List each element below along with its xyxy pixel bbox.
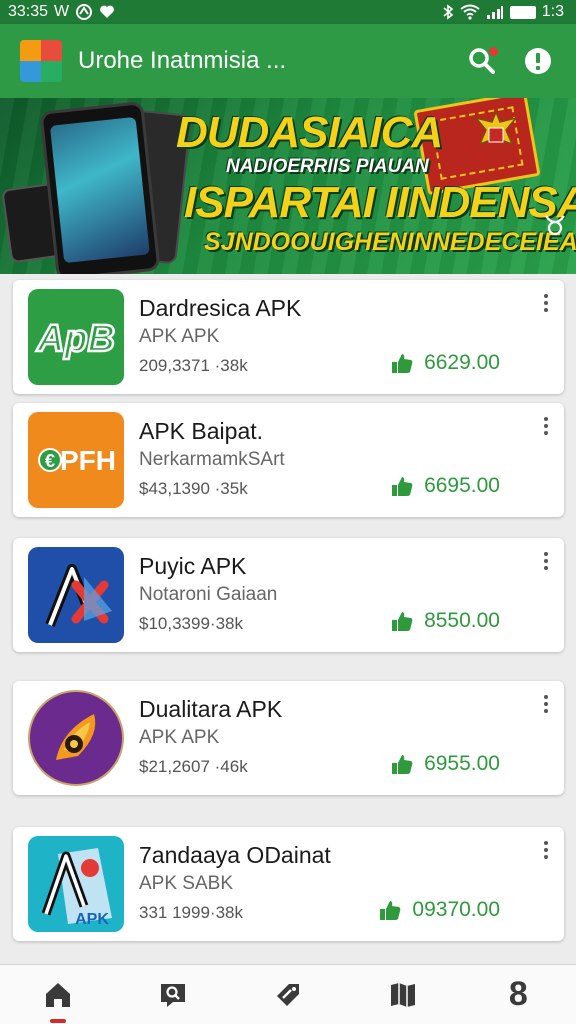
status-bar: 33:35 W 1:3 bbox=[0, 0, 576, 24]
active-indicator bbox=[49, 1018, 66, 1023]
info-button[interactable] bbox=[516, 39, 560, 83]
ax-logo-icon bbox=[28, 547, 124, 643]
app-name: Puyic APK bbox=[139, 553, 247, 579]
notification-dot bbox=[489, 47, 498, 56]
app-stats: 209,3371 ·38k bbox=[139, 356, 248, 375]
wifi-icon bbox=[460, 4, 480, 20]
nav-profile[interactable]: 8 bbox=[488, 967, 548, 1023]
garuda-emblem-icon bbox=[473, 109, 519, 146]
phone-screen bbox=[49, 116, 150, 264]
download-icon bbox=[380, 901, 401, 920]
nav-home[interactable] bbox=[28, 967, 88, 1023]
price-button[interactable]: 6695.00 bbox=[390, 474, 500, 498]
list-item[interactable]: Dualitara APK APK APK $21,2607 ·46k 6955… bbox=[13, 681, 564, 795]
epfh-logo-icon: € PFH bbox=[28, 412, 124, 508]
pen-nib-logo-icon bbox=[28, 690, 124, 786]
search-book-icon bbox=[160, 983, 185, 1007]
app-price: 6629.00 bbox=[424, 351, 500, 374]
home-icon bbox=[45, 982, 70, 1007]
price-button[interactable]: 09370.00 bbox=[378, 898, 500, 922]
app-name: Dardresica APK bbox=[139, 295, 302, 321]
price-button[interactable]: 8550.00 bbox=[390, 609, 500, 633]
taurus-icon bbox=[545, 215, 565, 236]
list-item[interactable]: ApB Dardresica APK APK APK 209,3371 ·38k… bbox=[13, 280, 564, 394]
promo-banner[interactable]: DUDASIAICA NADIOERRIIS PIAUAN ISPARTAI I… bbox=[0, 98, 576, 274]
app-price: 09370.00 bbox=[412, 898, 500, 921]
bluetooth-icon bbox=[443, 4, 454, 20]
banner-footer-text: SJNDOOUIGHENINNEDECEIEAI bbox=[204, 228, 576, 256]
battery-icon bbox=[509, 5, 536, 19]
apb-logo-icon: ApB bbox=[28, 289, 124, 385]
app-title: Urohe Inatnmisia ... bbox=[78, 47, 287, 74]
status-app-icon bbox=[76, 4, 93, 20]
app-price: 8550.00 bbox=[424, 609, 500, 632]
app-subtitle: APK APK bbox=[139, 326, 220, 347]
info-icon bbox=[525, 48, 551, 74]
signal-icon bbox=[486, 6, 503, 19]
app-subtitle: Notaroni Gaiaan bbox=[139, 584, 278, 605]
list-item[interactable]: € PFH APK Baipat. NerkarmamkSArt $43,139… bbox=[13, 403, 564, 517]
svg-text:€: € bbox=[45, 451, 55, 471]
status-letter: W bbox=[54, 3, 70, 20]
nav-tools[interactable] bbox=[258, 967, 318, 1023]
status-time: 33:35 bbox=[8, 3, 49, 20]
nav-library[interactable] bbox=[373, 967, 433, 1023]
svg-text:PFH: PFH bbox=[60, 445, 116, 476]
app-subtitle: APK APK bbox=[139, 727, 220, 748]
download-icon bbox=[392, 477, 413, 496]
nav-search[interactable] bbox=[143, 967, 203, 1023]
app-subtitle: APK SABK bbox=[139, 873, 233, 894]
list-item[interactable]: Puyic APK Notaroni Gaiaan $10,3399·38k 8… bbox=[13, 538, 564, 652]
app-name: 7andaaya ODainat bbox=[139, 842, 331, 868]
bottom-navigation: 8 bbox=[0, 964, 576, 1024]
search-button[interactable] bbox=[460, 39, 504, 83]
download-icon bbox=[392, 612, 413, 631]
more-menu-icon[interactable] bbox=[536, 548, 556, 574]
app-stats: $21,2607 ·46k bbox=[139, 757, 248, 776]
heart-icon bbox=[100, 5, 115, 18]
banner-subheadline: ISPARTAI IINDENSAN bbox=[184, 178, 576, 227]
figure-8-icon: 8 bbox=[508, 975, 528, 1013]
more-menu-icon[interactable] bbox=[536, 290, 556, 316]
app-price: 6955.00 bbox=[424, 752, 500, 775]
app-name: Dualitara APK bbox=[139, 696, 283, 722]
app-stats: 331 1999·38k bbox=[139, 903, 243, 922]
banner-tagline: NADIOERRIIS PIAUAN bbox=[226, 156, 429, 177]
more-menu-icon[interactable] bbox=[536, 837, 556, 863]
list-item[interactable]: APK 7andaaya ODainat APK SABK 331 1999·3… bbox=[13, 827, 564, 941]
phone-illustration bbox=[39, 101, 161, 274]
app-price: 6695.00 bbox=[424, 474, 500, 497]
app-stats: $43,1390 ·35k bbox=[139, 479, 248, 498]
app-stats: $10,3399·38k bbox=[139, 614, 243, 633]
download-icon bbox=[392, 354, 413, 373]
status-clock: 1:3 bbox=[541, 3, 564, 20]
apk-map-logo-icon: APK bbox=[28, 836, 124, 932]
price-button[interactable]: 6629.00 bbox=[390, 351, 500, 375]
banner-headline: DUDASIAICA bbox=[176, 108, 443, 157]
price-button[interactable]: 6955.00 bbox=[390, 752, 500, 776]
app-subtitle: NerkarmamkSArt bbox=[139, 449, 285, 470]
app-bar: Urohe Inatnmisia ... bbox=[0, 24, 576, 98]
more-menu-icon[interactable] bbox=[536, 691, 556, 717]
app-name: APK Baipat. bbox=[139, 418, 264, 444]
download-icon bbox=[392, 755, 413, 774]
more-menu-icon[interactable] bbox=[536, 413, 556, 439]
icon-text: ApB bbox=[36, 318, 115, 360]
map-book-icon bbox=[391, 982, 416, 1007]
tag-icon bbox=[276, 983, 299, 1006]
app-logo-icon[interactable] bbox=[20, 40, 62, 82]
icon-text: APK bbox=[75, 911, 109, 928]
